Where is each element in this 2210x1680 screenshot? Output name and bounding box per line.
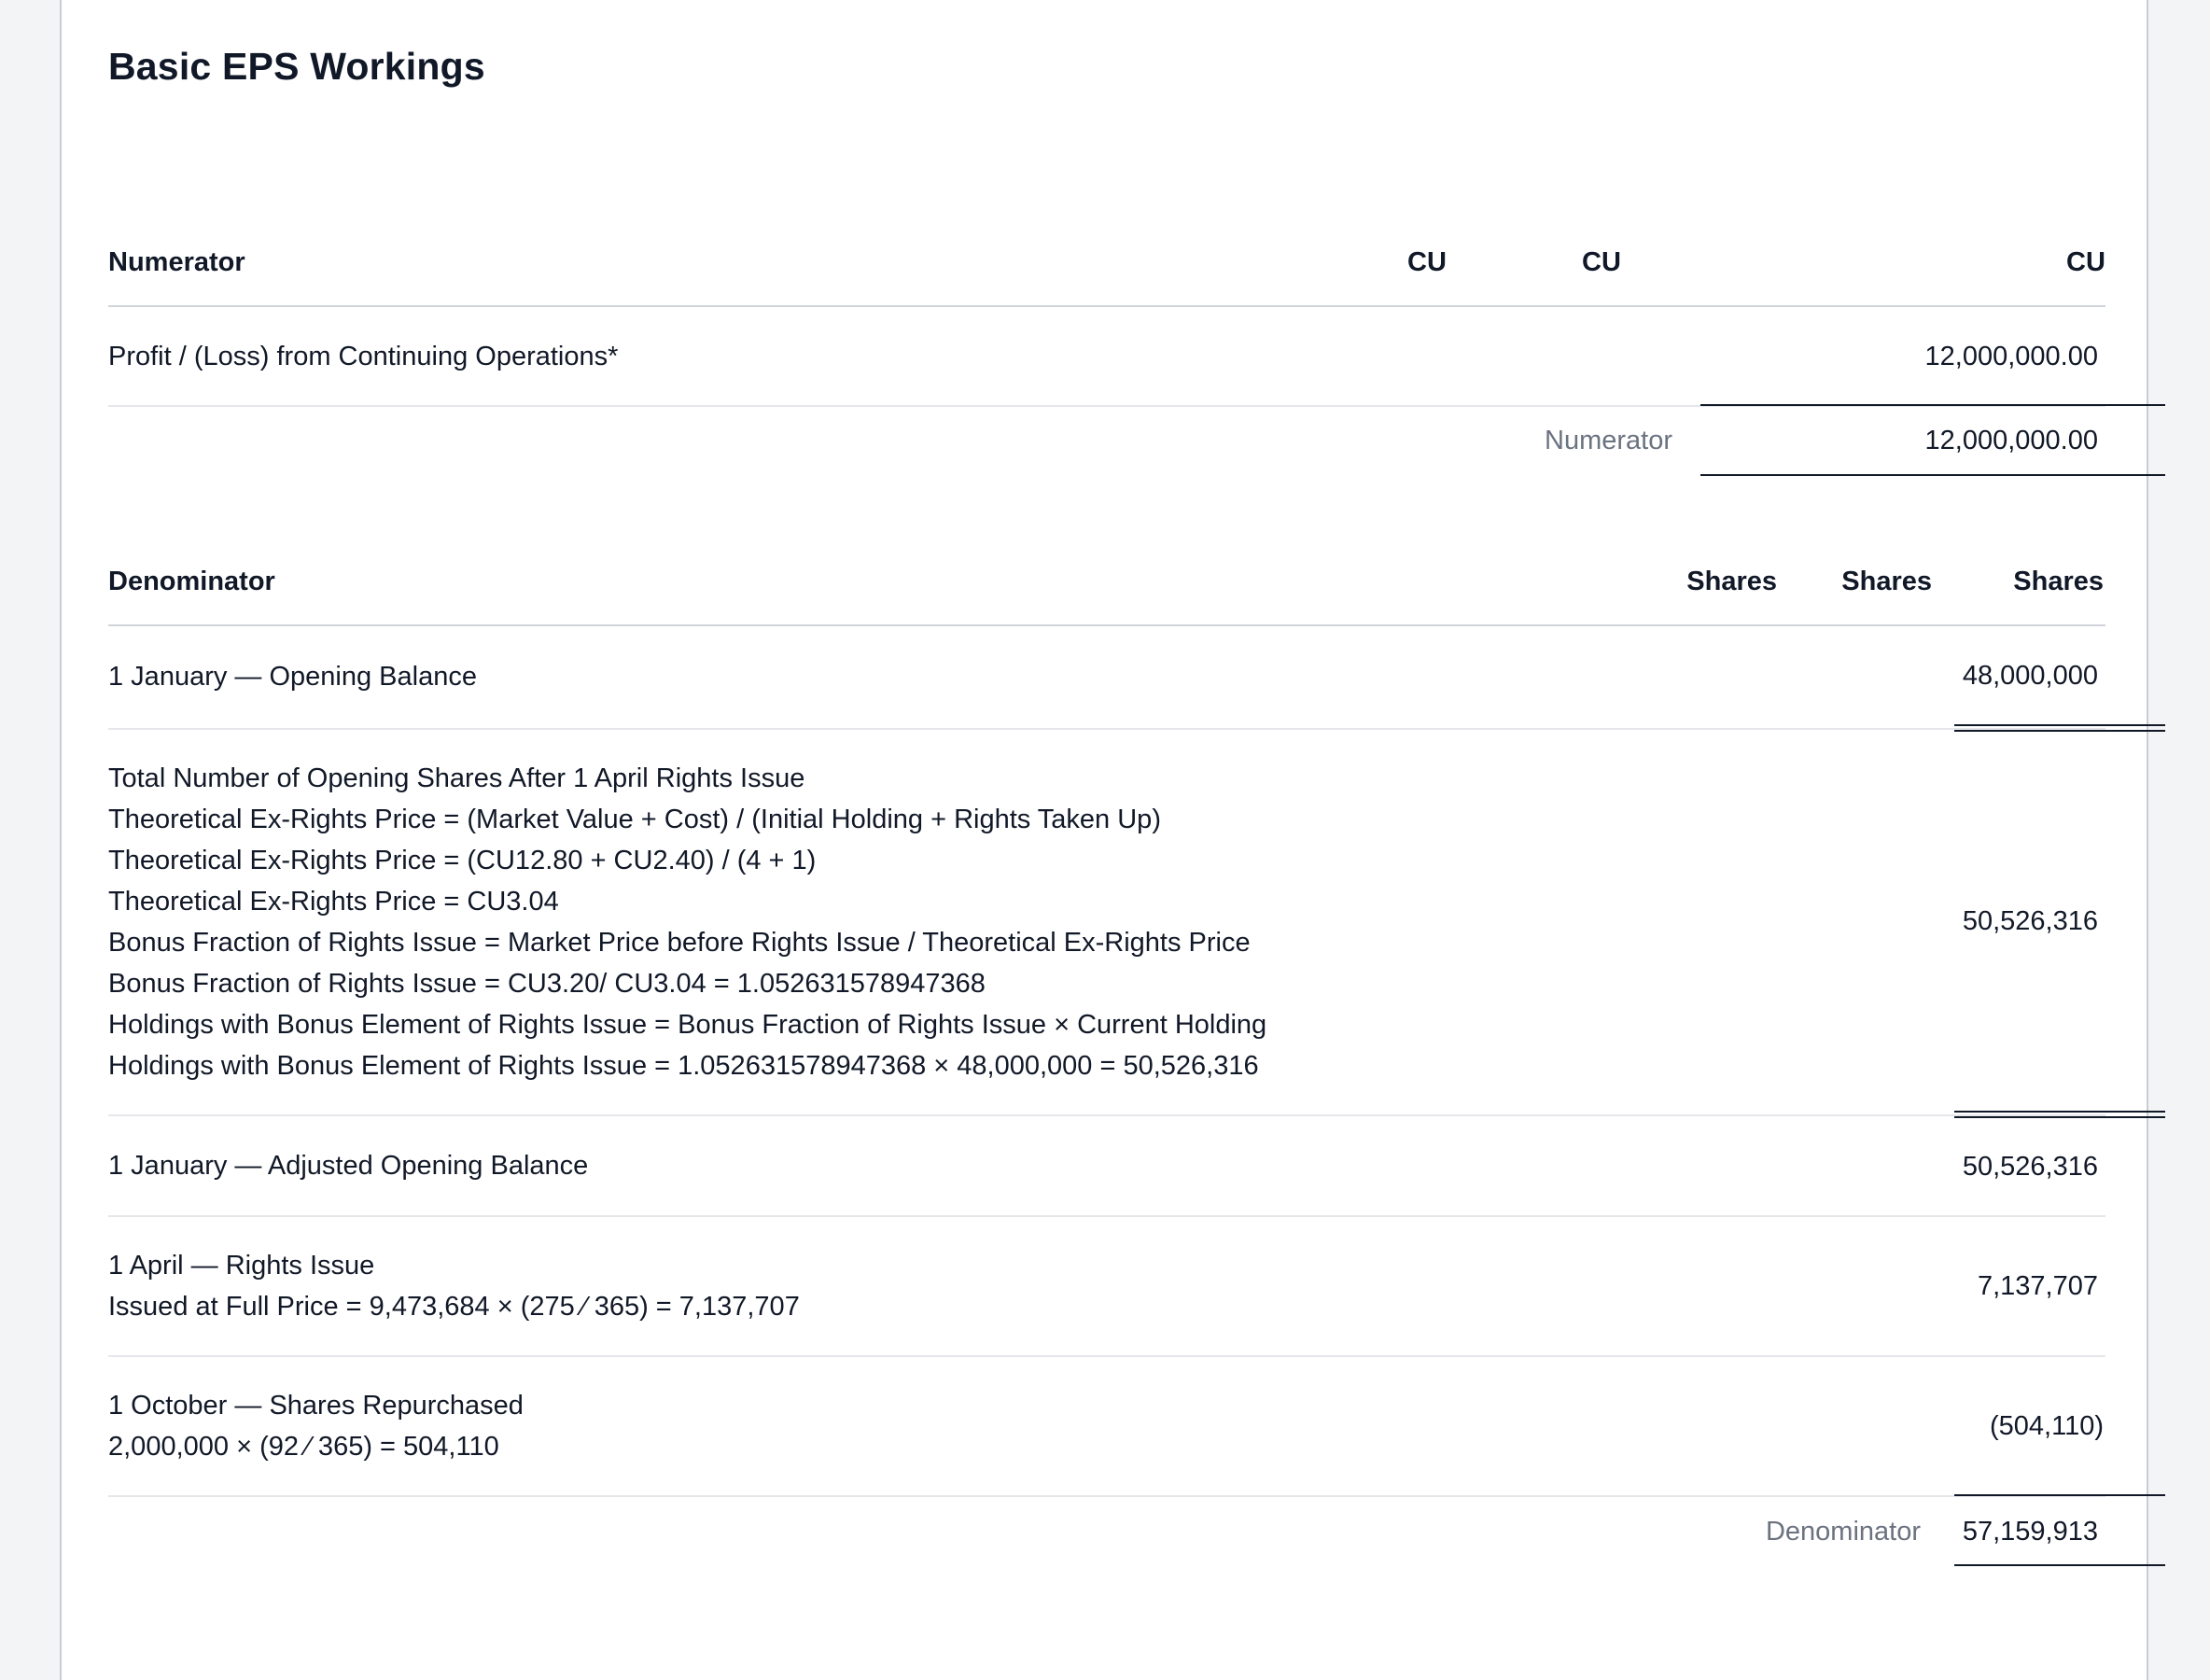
adjusted-opening-label: 1 January — Adjusted Opening Balance bbox=[108, 1151, 589, 1181]
rights-calc-line: Theoretical Ex-Rights Price = (Market Va… bbox=[108, 805, 1161, 834]
rights-calc-line: Theoretical Ex-Rights Price = (CU12.80 +… bbox=[108, 846, 817, 875]
rights-calc-double-underline bbox=[1954, 1111, 2165, 1118]
rights-calc-line: Bonus Fraction of Rights Issue = CU3.20/… bbox=[108, 969, 986, 999]
denominator-header-label: Denominator bbox=[108, 567, 275, 596]
eps-workings-panel: Basic EPS Workings Numerator CU CU CU Pr… bbox=[60, 0, 2165, 1680]
numerator-header-divider bbox=[108, 305, 2105, 307]
adjusted-opening-value: 50,526,316 bbox=[1962, 1152, 2098, 1182]
rights-calc-line: Holdings with Bonus Element of Rights Is… bbox=[108, 1010, 1267, 1040]
denominator-header-col3: Shares bbox=[2013, 567, 2104, 596]
repurchase-detail: 2,000,000 × (92 ⁄ 365) = 504,110 bbox=[108, 1432, 499, 1462]
opening-double-underline bbox=[1954, 724, 2165, 732]
opening-balance-label: 1 January — Opening Balance bbox=[108, 662, 477, 692]
rights-issue-label: 1 April — Rights Issue bbox=[108, 1251, 375, 1281]
rights-calculation-value: 50,526,316 bbox=[1962, 906, 2098, 936]
denominator-total-top-line bbox=[1954, 1494, 2165, 1496]
numerator-header-col3: CU bbox=[2066, 247, 2105, 277]
rights-calc-line: Theoretical Ex-Rights Price = CU3.04 bbox=[108, 887, 559, 917]
rights-issue-value: 7,137,707 bbox=[1977, 1271, 2098, 1301]
numerator-header-label: Numerator bbox=[108, 247, 245, 277]
rights-issue-detail: Issued at Full Price = 9,473,684 × (275 … bbox=[108, 1292, 800, 1322]
numerator-header-col1: CU bbox=[1407, 247, 1447, 277]
numerator-header-col2: CU bbox=[1582, 247, 1621, 277]
rights-calculation-lines: Total Number of Opening Shares After 1 A… bbox=[108, 758, 1266, 1086]
denominator-header-col2: Shares bbox=[1841, 567, 1932, 596]
profit-loss-value: 12,000,000.00 bbox=[1924, 342, 2098, 371]
repurchase-divider bbox=[108, 1495, 2105, 1497]
denominator-total-value: 57,159,913 bbox=[1962, 1517, 2098, 1547]
opening-row-divider bbox=[108, 728, 2105, 730]
numerator-total-top-line bbox=[1700, 404, 2165, 406]
rights-calc-line: Total Number of Opening Shares After 1 A… bbox=[108, 763, 805, 793]
numerator-total-bottom-line bbox=[1700, 474, 2165, 476]
profit-loss-label: Profit / (Loss) from Continuing Operatio… bbox=[108, 342, 619, 371]
numerator-total-label: Numerator bbox=[1545, 426, 1672, 455]
denominator-header-divider bbox=[108, 624, 2105, 626]
adjusted-opening-divider bbox=[108, 1215, 2105, 1217]
opening-balance-value: 48,000,000 bbox=[1962, 661, 2098, 691]
repurchase-label: 1 October — Shares Repurchased bbox=[108, 1391, 524, 1421]
rights-issue-divider bbox=[108, 1355, 2105, 1357]
denominator-header-col1: Shares bbox=[1686, 567, 1777, 596]
rights-calc-line: Bonus Fraction of Rights Issue = Market … bbox=[108, 928, 1251, 958]
rights-calc-line: Holdings with Bonus Element of Rights Is… bbox=[108, 1051, 1259, 1081]
numerator-total-value: 12,000,000.00 bbox=[1924, 426, 2098, 455]
denominator-total-bottom-line bbox=[1954, 1564, 2165, 1566]
repurchase-value: (504,110) bbox=[1990, 1411, 2104, 1441]
rights-calc-divider bbox=[108, 1114, 2105, 1116]
page-title: Basic EPS Workings bbox=[108, 45, 485, 88]
